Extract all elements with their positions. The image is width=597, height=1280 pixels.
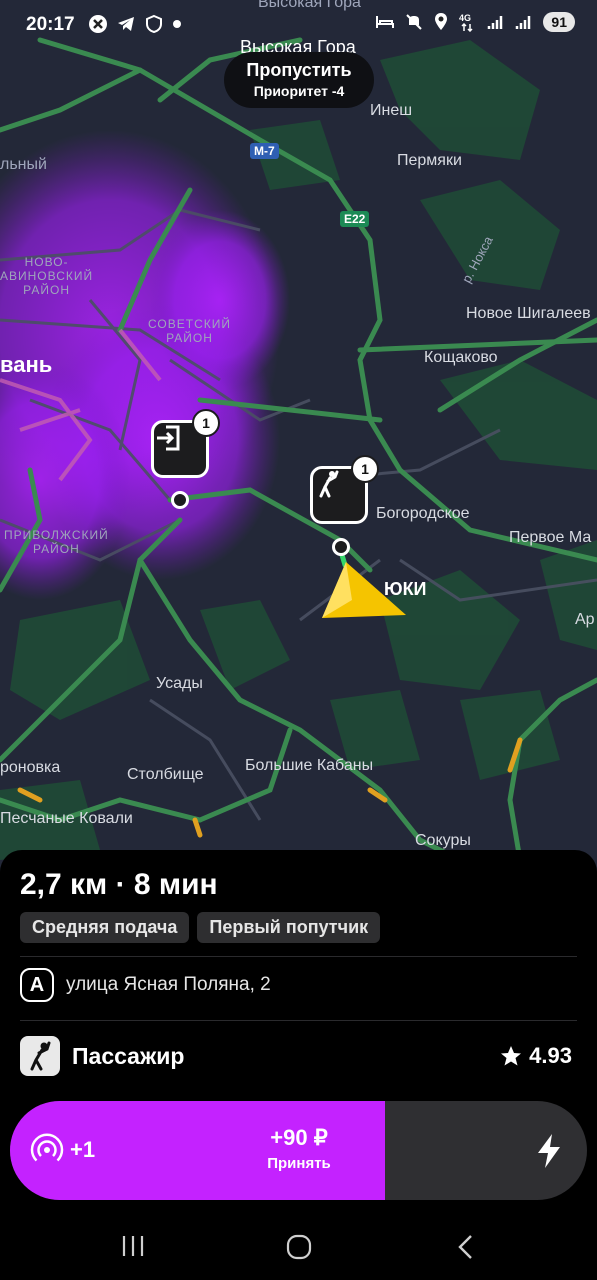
road-badge-m7: М-7 <box>250 143 279 159</box>
map-label-city: вань <box>0 352 53 377</box>
map-label: Усады <box>156 675 203 692</box>
accept-button[interactable]: +1 +90 ₽ Принять <box>10 1101 587 1200</box>
system-nav-bar <box>0 1218 597 1280</box>
map-label: Кощаково <box>424 349 498 366</box>
tag-chip: Первый попутчик <box>197 912 381 943</box>
map-label-district: ПРИВОЛЖСКИЙ РАЙОН <box>4 528 109 556</box>
passenger-row[interactable]: Пассажир 4.93 <box>20 1036 572 1076</box>
lightning-icon <box>538 1134 560 1168</box>
signal-icon <box>516 16 531 29</box>
divider <box>20 956 577 957</box>
map-label: Столбище <box>127 766 204 783</box>
dropoff-pin <box>171 491 189 509</box>
map-label: Сокуры <box>415 832 471 849</box>
order-sheet: 2,7 км · 8 мин Средняя подача Первый поп… <box>0 850 597 1280</box>
dot-icon <box>173 20 181 28</box>
pickup-address-row[interactable]: A улица Ясная Поляна, 2 <box>20 968 271 1002</box>
rating-value: 4.93 <box>529 1043 572 1068</box>
shield-icon <box>146 14 162 34</box>
svg-text:4G: 4G <box>459 13 471 23</box>
pickup-pin <box>332 538 350 556</box>
map-label-district: СОВЕТСКИЙ РАЙОН <box>148 317 231 345</box>
hitchhiker-icon <box>20 1036 60 1076</box>
map-label: Ар <box>575 611 595 628</box>
cross-circle-icon <box>89 15 107 33</box>
passenger-label: Пассажир <box>72 1042 185 1069</box>
exit-icon <box>157 425 180 451</box>
map-label: Пермяки <box>397 152 462 169</box>
location-icon <box>435 13 448 30</box>
map-label: Песчаные Ковали <box>0 810 133 827</box>
boost-indicator: +1 <box>30 1133 95 1167</box>
skip-title: Пропустить <box>246 60 352 80</box>
hitchhiker-icon <box>319 470 339 498</box>
boost-count: +1 <box>70 1137 96 1162</box>
map-label-district: НОВО- АВИНОВСКИЙ РАЙОН <box>0 255 94 297</box>
divider <box>20 1020 577 1021</box>
broadcast-icon <box>30 1133 64 1162</box>
dropoff-marker[interactable]: 1 <box>151 409 220 478</box>
map-label: Инеш <box>370 102 413 119</box>
road-badge-e22: E22 <box>340 211 370 227</box>
star-icon <box>501 1046 522 1066</box>
map-label: Первое Ма <box>509 529 592 546</box>
passenger-rating: 4.93 <box>499 1043 572 1069</box>
bed-icon <box>376 16 395 28</box>
telegram-icon <box>118 17 134 31</box>
battery-indicator: 91 <box>543 12 575 32</box>
back-icon[interactable] <box>456 1234 476 1260</box>
home-icon[interactable] <box>286 1234 312 1260</box>
map-label: Богородское <box>376 505 470 522</box>
accept-price: +90 ₽ <box>270 1125 328 1150</box>
signal-icon <box>488 16 503 29</box>
order-tags: Средняя подача Первый попутчик <box>20 912 381 943</box>
skip-button[interactable]: Пропустить Приоритет -4 <box>224 52 374 108</box>
map-label: Новое Шигалеев <box>466 305 591 322</box>
4g-icon: 4G <box>459 13 473 32</box>
pickup-marker[interactable]: 1 <box>310 455 379 524</box>
marker-count-badge: 1 <box>192 409 220 437</box>
recent-apps-icon[interactable] <box>120 1234 146 1258</box>
status-bar: 20:17 4G 91 <box>0 0 597 52</box>
map-label: Большие Кабаны <box>245 757 374 774</box>
marker-count-badge: 1 <box>351 455 379 483</box>
skip-priority: Приоритет -4 <box>253 83 345 99</box>
map-label: льный <box>0 156 47 173</box>
eta-distance-time: 2,7 км · 8 мин <box>20 868 218 901</box>
mute-icon <box>406 14 423 30</box>
point-a-badge: A <box>20 968 54 1002</box>
status-time: 20:17 <box>26 14 75 35</box>
map-label: ЮКИ <box>384 579 427 599</box>
map-view[interactable]: Высокая Гора Высокая Гора Инеш Пермяки р… <box>0 0 597 870</box>
map-canvas <box>0 0 597 870</box>
map-label: роновка <box>0 759 61 776</box>
tag-chip: Средняя подача <box>20 912 190 943</box>
pickup-address: улица Ясная Поляна, 2 <box>66 974 271 995</box>
accept-label: Принять <box>267 1155 331 1172</box>
